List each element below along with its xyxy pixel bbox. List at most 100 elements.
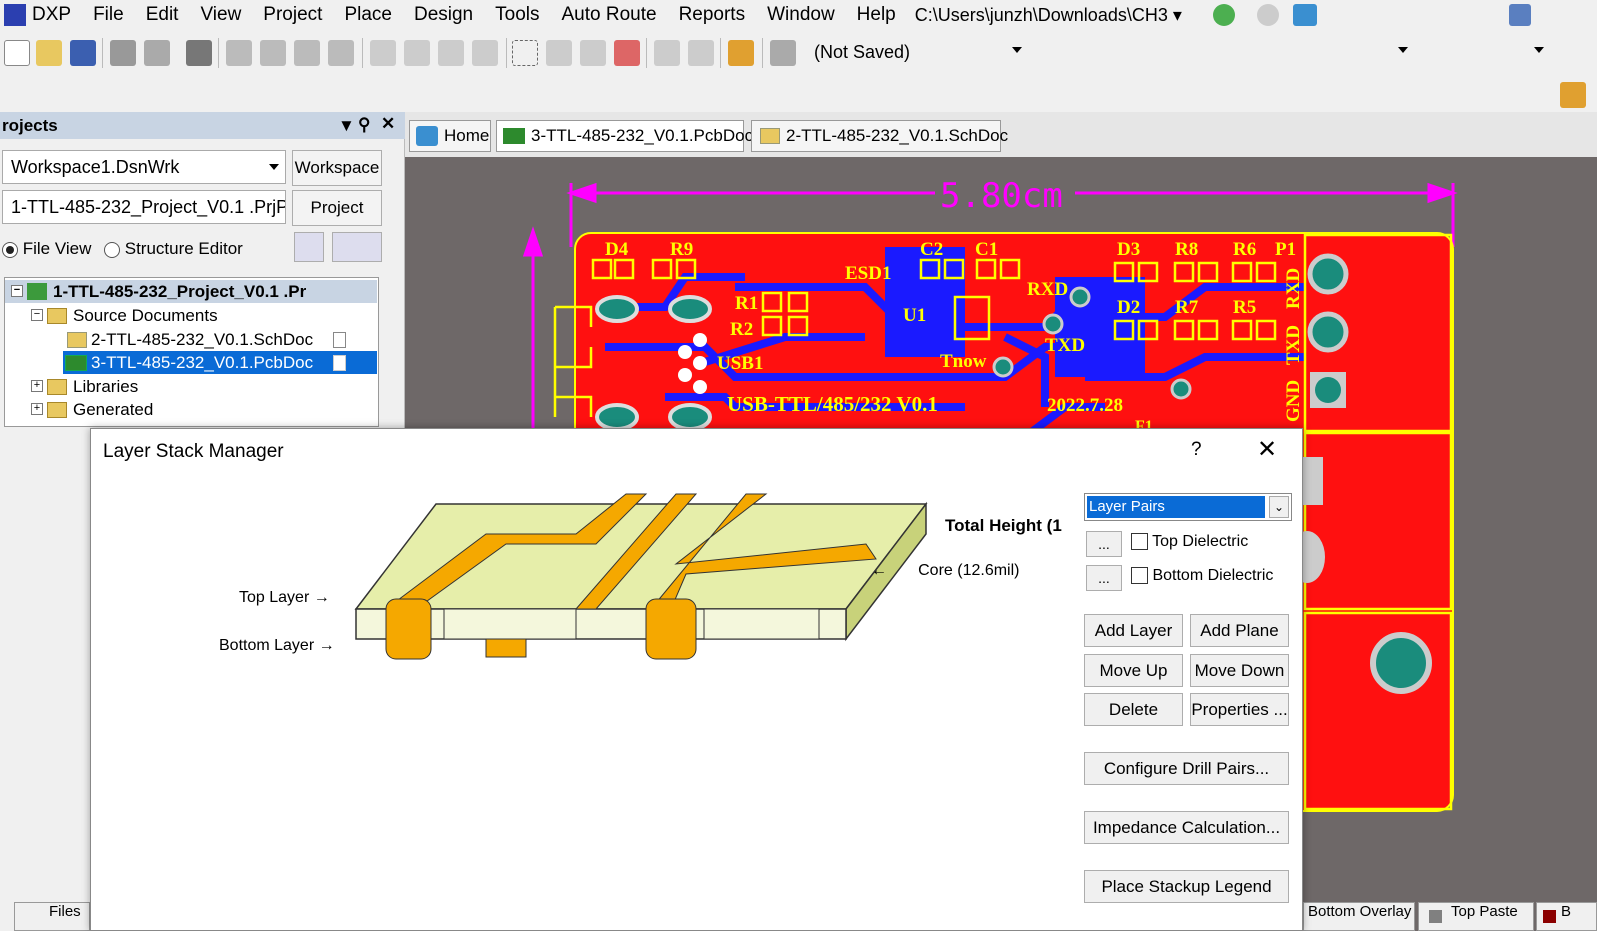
tree-libraries[interactable]: + Libraries [5, 375, 377, 398]
dxp-logo-icon[interactable] [4, 4, 26, 26]
cross-probe-icon[interactable] [728, 40, 754, 66]
structure-editor-label: Structure Editor [124, 239, 243, 258]
pin-panel-icon[interactable] [1508, 4, 1531, 26]
preset-value: Layer Pairs [1087, 496, 1265, 518]
menu-window[interactable]: Window [756, 4, 846, 26]
zoom-fit-icon[interactable] [226, 40, 252, 66]
undo-icon[interactable] [654, 40, 680, 66]
select-area-icon[interactable] [512, 40, 538, 66]
tree-source-documents[interactable]: − Source Documents [5, 304, 377, 327]
layer-select[interactable] [1284, 39, 1414, 67]
save-icon[interactable] [70, 40, 96, 66]
properties-button[interactable]: Properties ... [1190, 693, 1289, 726]
file-view-radio[interactable]: File View [2, 239, 91, 259]
tree-schdoc[interactable]: 2-TTL-485-232_V0.1.SchDoc [5, 328, 377, 351]
panel-menu-icon[interactable]: ▼ [338, 116, 355, 136]
chevron-down-icon[interactable]: ⌄ [1269, 496, 1289, 518]
workspace-button[interactable]: Workspace [292, 150, 382, 186]
layer-tab-bottom-overlay[interactable]: Bottom Overlay [1303, 902, 1415, 931]
delete-button[interactable]: Delete [1084, 693, 1183, 726]
deselect-icon[interactable] [580, 40, 606, 66]
move-up-button[interactable]: Move Up [1084, 654, 1183, 687]
forward-icon[interactable] [1256, 4, 1279, 26]
menu-reports[interactable]: Reports [668, 4, 757, 26]
folder-icon [47, 379, 67, 395]
project-options-icon[interactable] [332, 232, 382, 262]
add-layer-button[interactable]: Add Layer [1084, 614, 1183, 647]
silk-r7: R7 [1175, 297, 1199, 318]
tree-generated[interactable]: + Generated [5, 398, 377, 421]
new-icon[interactable] [4, 40, 30, 66]
zoom-selected-icon[interactable] [294, 40, 320, 66]
net-select[interactable] [1420, 39, 1550, 67]
menu-place[interactable]: Place [333, 4, 403, 26]
menu-dxp[interactable]: DXP [26, 4, 82, 26]
menu-edit[interactable]: Edit [135, 4, 190, 26]
folder-icon [47, 308, 67, 324]
move-down-button[interactable]: Move Down [1190, 654, 1289, 687]
menu-tools[interactable]: Tools [484, 4, 550, 26]
wizard-icon[interactable] [1560, 82, 1586, 108]
silk-gnd-vertical: GND [1283, 380, 1304, 422]
tab-schdoc[interactable]: 2-TTL-485-232_V0.1.SchDoc [751, 120, 1008, 152]
cut-icon[interactable] [370, 40, 396, 66]
path-combo[interactable]: C:\Users\junzh\Downloads\CH3 ▾ [915, 5, 1207, 26]
clear-filter-icon[interactable] [614, 40, 640, 66]
home-nav-icon[interactable] [1292, 4, 1317, 26]
structure-editor-radio[interactable]: Structure Editor [104, 239, 243, 259]
help-button[interactable]: ? [1191, 439, 1202, 461]
move-icon[interactable] [546, 40, 572, 66]
menu-view[interactable]: View [189, 4, 252, 26]
paste-icon[interactable] [438, 40, 464, 66]
menu-design[interactable]: Design [403, 4, 484, 26]
pin-icon[interactable]: ⚲ [358, 115, 370, 135]
back-icon[interactable] [1212, 4, 1235, 26]
layer-tab-top-paste[interactable]: Top Paste [1418, 902, 1534, 931]
tab-pcbdoc[interactable]: 3-TTL-485-232_V0.1.PcbDoc [496, 120, 753, 152]
bottom-dielectric-checkbox[interactable]: Bottom Dielectric [1131, 567, 1273, 585]
menu-file[interactable]: File [82, 4, 135, 26]
top-paste-label: Top Paste [1451, 903, 1518, 920]
impedance-calculation-button[interactable]: Impedance Calculation... [1084, 811, 1289, 844]
schematic-doc-icon [760, 128, 780, 144]
bottom-dielectric-ellipsis-button[interactable]: ... [1086, 565, 1122, 591]
print-preview-icon[interactable] [144, 40, 170, 66]
menu-project[interactable]: Project [252, 4, 333, 26]
top-dielectric-ellipsis-button[interactable]: ... [1086, 531, 1122, 557]
close-panel-icon[interactable]: ✕ [381, 114, 395, 134]
project-select[interactable]: 1-TTL-485-232_Project_V0.1 .PrjPcb [2, 190, 286, 224]
close-icon[interactable]: ✕ [1257, 435, 1277, 464]
top-dielectric-checkbox[interactable]: Top Dielectric [1131, 533, 1248, 551]
tree-pcbdoc[interactable]: 3-TTL-485-232_V0.1.PcbDoc [63, 351, 377, 374]
project-button[interactable]: Project [292, 190, 382, 226]
tab-home[interactable]: Home [409, 120, 491, 152]
rubber-stamp-icon[interactable] [472, 40, 498, 66]
workspace-select[interactable]: Workspace1.DsnWrk [2, 150, 286, 184]
open-icon[interactable] [36, 40, 62, 66]
copy-icon[interactable] [404, 40, 430, 66]
configure-drill-pairs-button[interactable]: Configure Drill Pairs... [1084, 752, 1289, 785]
saved-state-select[interactable]: (Not Saved) [806, 39, 1028, 67]
files-tab[interactable]: Files [14, 902, 90, 931]
print-icon[interactable] [110, 40, 136, 66]
compile-icon[interactable] [294, 232, 324, 262]
place-stackup-legend-button[interactable]: Place Stackup Legend [1084, 870, 1289, 903]
layers-3d-icon[interactable] [186, 40, 212, 66]
menu-help[interactable]: Help [846, 4, 907, 26]
top-paste-swatch-icon [1429, 910, 1442, 923]
redo-icon[interactable] [688, 40, 714, 66]
silk-tnow: Tnow [940, 351, 987, 372]
menu-auto-route[interactable]: Auto Route [550, 4, 667, 26]
browse-components-icon[interactable] [770, 40, 796, 66]
add-plane-button[interactable]: Add Plane [1190, 614, 1289, 647]
silk-c2: C2 [920, 239, 943, 260]
layer-tab-b[interactable]: B [1536, 902, 1597, 931]
zoom-area-icon[interactable] [260, 40, 286, 66]
bottom-overlay-label: Bottom Overlay [1308, 903, 1412, 920]
zoom-filter-icon[interactable] [328, 40, 354, 66]
tree-root[interactable]: − 1-TTL-485-232_Project_V0.1 .Pr [5, 280, 377, 303]
pcb-doc-icon [65, 355, 87, 371]
silk-c1: C1 [975, 239, 998, 260]
preset-select[interactable]: Layer Pairs ⌄ [1084, 493, 1292, 521]
document-tab-bar: Home 3-TTL-485-232_V0.1.PcbDoc 2-TTL-485… [405, 112, 1597, 157]
